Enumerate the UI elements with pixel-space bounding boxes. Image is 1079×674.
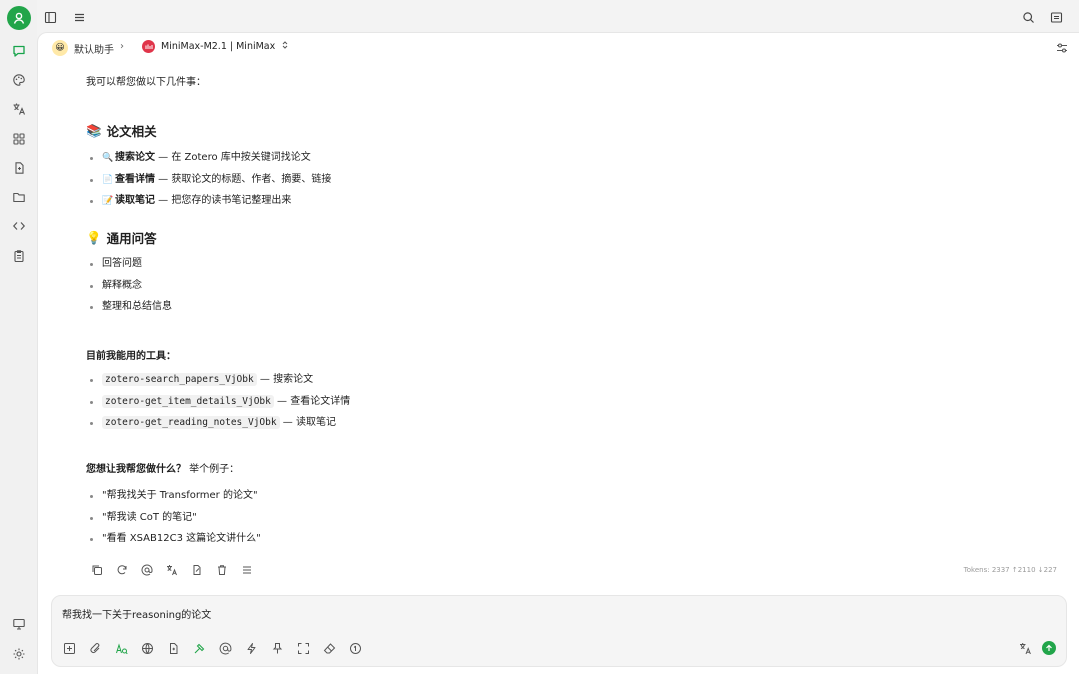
settings-gear-icon[interactable]: [6, 641, 31, 666]
info-circle-icon[interactable]: [348, 641, 362, 655]
apps-grid-icon[interactable]: [6, 126, 31, 151]
sliders-icon[interactable]: [1055, 40, 1069, 59]
model-selector[interactable]: MiniMax-M2.1 | MiniMax: [142, 40, 289, 53]
tool-code: zotero-get_reading_notes_VjObk: [102, 416, 280, 430]
delete-icon[interactable]: [215, 563, 228, 576]
list-item: 📄 查看详情 — 获取论文的标题、作者、摘要、链接: [90, 169, 331, 191]
tool-code: zotero-search_papers_VjObk: [102, 373, 257, 386]
palette-icon[interactable]: [6, 67, 31, 92]
pin-icon[interactable]: [270, 641, 284, 655]
chat-input-box[interactable]: 帮我找一下关于reasoning的论文: [51, 595, 1067, 667]
message-intro: 我可以帮您做以下几件事：: [86, 77, 206, 88]
globe-icon[interactable]: [140, 641, 154, 655]
list-item: 整理和总结信息: [90, 296, 172, 318]
expand-icon[interactable]: [1045, 6, 1067, 28]
monitor-icon[interactable]: [6, 611, 31, 636]
general-features-list: 回答问题 解释概念 整理和总结信息: [90, 253, 172, 318]
paper-features-list: 🔍 搜索论文 — 在 Zotero 库中按关键词找论文 📄 查看详情 — 获取论文的…: [90, 147, 331, 212]
list-item: "看看 XSAB12C3 这篇论文讲什么": [90, 528, 261, 550]
copy-icon[interactable]: [90, 563, 103, 576]
tools-hammer-icon[interactable]: [192, 641, 206, 655]
user-avatar[interactable]: [7, 6, 31, 30]
lightbulb-icon: 💡: [86, 229, 102, 245]
top-bar: [37, 0, 1079, 32]
books-icon: 📚: [86, 122, 102, 138]
ask-heading: 您想让我帮您做什么？ 举个例子：: [86, 464, 240, 475]
chat-input[interactable]: 帮我找一下关于reasoning的论文: [62, 606, 211, 621]
magnifier-icon: 🔍: [102, 153, 114, 163]
memo-icon: 📝: [102, 196, 114, 207]
list-item: zotero-get_item_details_VjObk — 查看论文详情: [90, 391, 350, 413]
list-item: "帮我读 CoT 的笔记": [90, 507, 261, 529]
mention-model-icon[interactable]: [218, 641, 232, 655]
send-button[interactable]: [1042, 641, 1056, 655]
translate-input-icon[interactable]: [1019, 642, 1032, 655]
folder-icon[interactable]: [6, 184, 31, 209]
more-menu-icon[interactable]: [240, 563, 253, 576]
regenerate-icon[interactable]: [115, 563, 128, 576]
section-heading-general: 💡 通用问答: [86, 229, 157, 247]
left-rail: [0, 0, 37, 674]
fullscreen-icon[interactable]: [296, 641, 310, 655]
assistant-name: 默认助手: [74, 44, 114, 56]
menu-icon[interactable]: [68, 6, 90, 28]
edit-icon[interactable]: [190, 563, 203, 576]
code-icon[interactable]: [6, 213, 31, 238]
tools-list: zotero-search_papers_VjObk — 搜索论文 zotero…: [90, 369, 350, 434]
list-item: 📝 读取笔记 — 把您存的读书笔记整理出来: [90, 190, 331, 212]
web-search-icon[interactable]: [114, 641, 128, 655]
mention-icon[interactable]: [140, 563, 153, 576]
list-item: zotero-get_reading_notes_VjObk — 读取笔记: [90, 412, 350, 434]
eraser-icon[interactable]: [322, 641, 336, 655]
token-usage: Tokens: 2337 ↑2110 ↓227: [963, 566, 1057, 574]
chat-icon[interactable]: [6, 38, 31, 63]
page-icon: 📄: [102, 174, 114, 185]
translate-icon[interactable]: [6, 96, 31, 121]
tool-code: zotero-get_item_details_VjObk: [102, 394, 274, 408]
chevron-updown-icon: [281, 40, 289, 53]
document-swap-icon[interactable]: [6, 155, 31, 180]
knowledge-icon[interactable]: [166, 641, 180, 655]
search-icon[interactable]: [1017, 6, 1039, 28]
chat-panel: 😀 默认助手 › MiniMax-M2.1 | MiniMax 我可以帮您做以下…: [37, 32, 1079, 674]
list-item: zotero-search_papers_VjObk — 搜索论文: [90, 369, 350, 391]
tools-heading: 目前我能用的工具：: [86, 351, 176, 362]
input-toolbar: [62, 641, 362, 655]
translate-icon[interactable]: [165, 563, 178, 576]
input-right-tools: [1019, 641, 1056, 655]
assistant-emoji-icon: 😀: [52, 40, 68, 56]
new-topic-icon[interactable]: [62, 641, 76, 655]
list-item: 解释概念: [90, 275, 172, 297]
chat-header: 😀 默认助手 › MiniMax-M2.1 | MiniMax: [38, 33, 1079, 63]
sidebar-toggle-icon[interactable]: [39, 6, 61, 28]
section-heading-papers: 📚 论文相关: [86, 122, 157, 140]
assistant-selector[interactable]: 😀 默认助手: [52, 40, 114, 56]
list-item: 🔍 搜索论文 — 在 Zotero 库中按关键词找论文: [90, 147, 331, 169]
lightning-icon[interactable]: [244, 641, 258, 655]
clipboard-icon[interactable]: [6, 243, 31, 268]
list-item: 回答问题: [90, 253, 172, 275]
chevron-right-icon: ›: [120, 41, 124, 52]
attachment-icon[interactable]: [88, 641, 102, 655]
message-toolbar: [90, 563, 253, 576]
model-name: MiniMax-M2.1 | MiniMax: [161, 41, 276, 52]
list-item: "帮我找关于 Transformer 的论文": [90, 485, 261, 507]
minimax-logo-icon: [142, 40, 155, 53]
examples-list: "帮我找关于 Transformer 的论文" "帮我读 CoT 的笔记" "看…: [90, 485, 261, 550]
